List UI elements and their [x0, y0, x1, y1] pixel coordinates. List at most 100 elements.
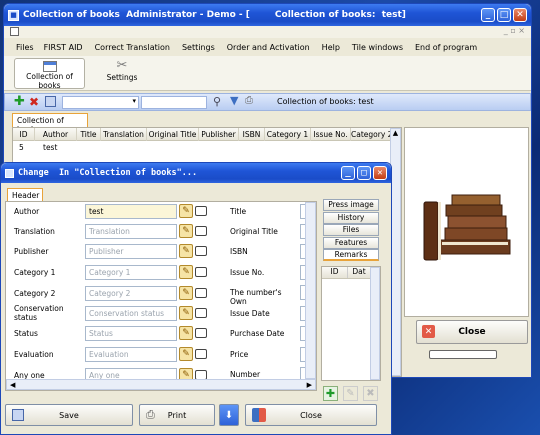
- form-hscroll[interactable]: ◀ ▶: [6, 379, 316, 390]
- save-icon: [12, 409, 24, 421]
- field-toggle[interactable]: [195, 267, 207, 277]
- main-title-bar[interactable]: ■ Collection of books Administrator - De…: [4, 4, 531, 26]
- print-button[interactable]: ⎙ Print: [139, 404, 215, 426]
- search-icon[interactable]: ⚲: [213, 95, 221, 108]
- form-vscroll[interactable]: [305, 202, 316, 379]
- settings-ribbon-button[interactable]: ✂ Settings: [102, 58, 142, 89]
- save-icon[interactable]: [45, 96, 56, 107]
- field-input[interactable]: Category 1: [85, 265, 177, 280]
- side-tab[interactable]: History: [323, 211, 379, 224]
- field-toggle[interactable]: [195, 308, 207, 318]
- search-field[interactable]: [141, 96, 207, 109]
- menu-end-program[interactable]: End of program: [415, 43, 477, 52]
- side-table: ID Dat: [321, 266, 381, 381]
- dialog-title: Change In "Collection of books"...: [18, 168, 198, 178]
- side-delete-icon[interactable]: ✖: [363, 386, 378, 401]
- field-toggle[interactable]: [195, 206, 207, 216]
- side-add-icon[interactable]: ✚: [323, 386, 338, 401]
- main-close-button[interactable]: ✕ Close: [416, 320, 528, 344]
- field-input[interactable]: Evaluation: [85, 347, 177, 362]
- field-toggle[interactable]: [195, 226, 207, 236]
- dialog-title-bar[interactable]: Change In "Collection of books"... _ □ ✕: [1, 163, 391, 183]
- field-label: Author: [14, 207, 40, 216]
- close-icon[interactable]: ✕: [513, 8, 527, 22]
- field-input[interactable]: Conservation status: [85, 306, 177, 321]
- edit-pencil-icon[interactable]: ✎: [179, 347, 193, 361]
- filter-dropdown[interactable]: ▾: [62, 96, 139, 109]
- edit-pencil-icon[interactable]: ✎: [179, 306, 193, 320]
- delete-icon[interactable]: ✖: [29, 95, 39, 109]
- filter-icon[interactable]: ▼: [230, 94, 238, 107]
- field-toggle[interactable]: [195, 349, 207, 359]
- exit-icon: [252, 408, 266, 422]
- dialog-minimize-icon[interactable]: _: [341, 166, 355, 180]
- side-tab[interactable]: Press image: [323, 199, 379, 211]
- dialog-close-button[interactable]: Close: [245, 404, 377, 426]
- print-label: Print: [167, 410, 187, 420]
- field-input[interactable]: Translation: [85, 224, 177, 239]
- add-icon[interactable]: ✚: [14, 95, 25, 109]
- edit-pencil-icon[interactable]: ✎: [179, 326, 193, 340]
- edit-pencil-icon[interactable]: ✎: [179, 204, 193, 218]
- col-issue-no[interactable]: Issue No.: [311, 128, 351, 141]
- col-translation[interactable]: Translation: [101, 128, 147, 141]
- col-original-title[interactable]: Original Title: [147, 128, 199, 141]
- maximize-icon[interactable]: □: [497, 8, 511, 22]
- down-arrow-button[interactable]: ⬇: [219, 404, 239, 426]
- dialog-maximize-icon[interactable]: □: [357, 166, 371, 180]
- side-tab[interactable]: Files: [323, 224, 379, 236]
- col-publisher[interactable]: Publisher: [199, 128, 239, 141]
- col-title[interactable]: Title: [77, 128, 101, 141]
- edit-pencil-icon[interactable]: ✎: [179, 224, 193, 238]
- field-toggle[interactable]: [195, 288, 207, 298]
- field-toggle[interactable]: [195, 328, 207, 338]
- field-input[interactable]: Publisher: [85, 244, 177, 259]
- menu-settings[interactable]: Settings: [182, 43, 215, 52]
- toolbar: ✚ ✖ ▾ ⚲ ▼ ⎙ Collection of books: test: [4, 93, 531, 111]
- col-category-1[interactable]: Category 1: [265, 128, 311, 141]
- edit-pencil-icon[interactable]: ✎: [179, 265, 193, 279]
- save-button[interactable]: Save: [5, 404, 133, 426]
- field-input[interactable]: test: [85, 204, 177, 219]
- right-field-label: Purchase Date: [230, 329, 285, 338]
- edit-pencil-icon[interactable]: ✎: [179, 244, 193, 258]
- main-title: Collection of books Administrator - Demo…: [23, 10, 406, 20]
- row-author: test: [43, 143, 58, 152]
- row-id: 5: [19, 143, 24, 152]
- field-input[interactable]: Category 2: [85, 286, 177, 301]
- close-icon: ✕: [422, 325, 435, 338]
- tab-header[interactable]: Header: [7, 188, 43, 202]
- menu-correct-translation[interactable]: Correct Translation: [95, 43, 170, 52]
- minimize-icon[interactable]: _: [481, 8, 495, 22]
- down-arrow-icon: ⬇: [224, 409, 234, 421]
- side-tab[interactable]: Remarks: [323, 249, 379, 261]
- dialog-close-icon[interactable]: ✕: [373, 166, 387, 180]
- col-isbn[interactable]: ISBN: [239, 128, 265, 141]
- side-edit-icon[interactable]: ✎: [343, 386, 358, 401]
- side-tab[interactable]: Features: [323, 236, 379, 249]
- dialog-app-icon: [5, 168, 14, 178]
- tab-collection[interactable]: Collection of books: [12, 113, 88, 134]
- field-input[interactable]: Status: [85, 326, 177, 341]
- print-icon[interactable]: ⎙: [245, 95, 253, 106]
- col-id[interactable]: ID: [13, 128, 35, 141]
- col-author[interactable]: Author: [35, 128, 77, 141]
- right-field-label: Title: [230, 207, 247, 216]
- mdi-controls[interactable]: _ ▫ ×: [504, 26, 525, 35]
- scroll-left-icon[interactable]: ◀: [10, 381, 15, 389]
- edit-pencil-icon[interactable]: ✎: [179, 286, 193, 300]
- table-row[interactable]: 5 test: [13, 142, 391, 154]
- menu-order-activation[interactable]: Order and Activation: [227, 43, 310, 52]
- side-vscroll[interactable]: [370, 267, 380, 380]
- menu-tile-windows[interactable]: Tile windows: [352, 43, 403, 52]
- scroll-right-icon[interactable]: ▶: [307, 381, 312, 389]
- col-category-2[interactable]: Category 2: [351, 128, 391, 141]
- collection-ribbon-button[interactable]: Collection of books: [14, 58, 85, 90]
- side-col-id[interactable]: ID: [322, 267, 348, 278]
- menu-files[interactable]: Files: [16, 43, 34, 52]
- side-col-date[interactable]: Dat: [348, 267, 370, 278]
- field-toggle[interactable]: [195, 246, 207, 256]
- menu-first-aid[interactable]: FIRST AID: [44, 43, 83, 52]
- scroll-up-icon[interactable]: ▲: [391, 129, 400, 137]
- menu-help[interactable]: Help: [322, 43, 340, 52]
